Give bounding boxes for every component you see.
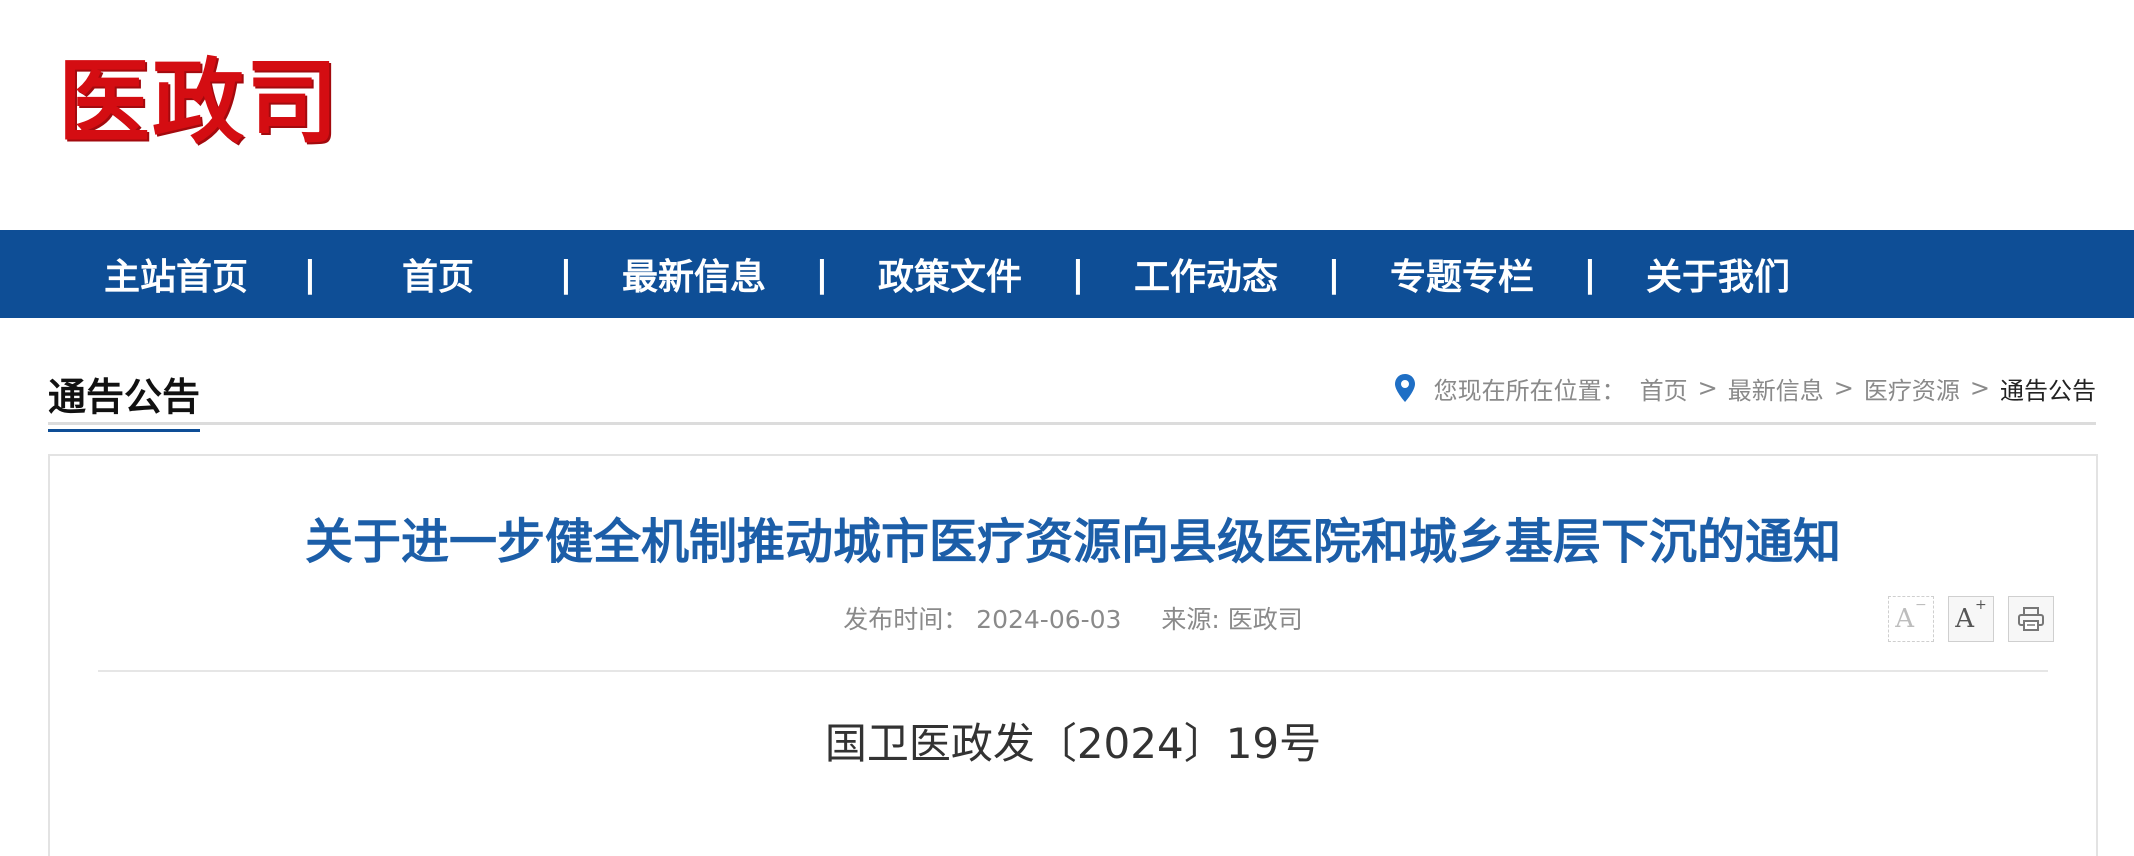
breadcrumb-latest-info[interactable]: 最新信息 <box>1728 371 1824 406</box>
nav-item-special-topics[interactable]: 专题专栏 <box>1362 230 1562 318</box>
breadcrumb-medical-resources[interactable]: 医疗资源 <box>1864 371 1960 406</box>
nav-separator: | <box>559 253 573 295</box>
nav-item-work-updates[interactable]: 工作动态 <box>1106 230 1306 318</box>
location-pin-icon <box>1394 374 1415 402</box>
breadcrumb-separator: > <box>1969 374 1990 402</box>
section-title: 通告公告 <box>48 366 201 432</box>
document-number: 国卫医政发〔2024〕19号 <box>824 719 1322 768</box>
breadcrumb-current[interactable]: 通告公告 <box>2000 371 2096 406</box>
nav-item-about-us[interactable]: 关于我们 <box>1618 230 1818 318</box>
nav-item-main-home[interactable]: 主站首页 <box>76 230 276 318</box>
article-tools: A− A+ <box>1888 596 2054 642</box>
nav-item-policy-files[interactable]: 政策文件 <box>850 230 1050 318</box>
breadcrumb-separator: > <box>1833 374 1854 402</box>
print-button[interactable] <box>2008 596 2054 642</box>
article-meta: 发布时间： 2024-06-03 来源: 医政司 <box>50 600 2096 636</box>
font-decrease-button[interactable]: A− <box>1888 596 1934 642</box>
publish-date: 2024-06-03 <box>976 605 1122 634</box>
nav-item-latest-info[interactable]: 最新信息 <box>594 230 794 318</box>
nav-separator: | <box>1327 253 1341 295</box>
breadcrumb-separator: > <box>1697 374 1718 402</box>
source-label: 来源: <box>1161 605 1220 634</box>
main-nav: 主站首页 | 首页 | 最新信息 | 政策文件 | 工作动态 | 专题专栏 | … <box>0 230 2134 318</box>
font-increase-icon: A+ <box>1955 597 1987 634</box>
nav-separator: | <box>815 253 829 295</box>
breadcrumb-label: 您现在所在位置： <box>1433 376 1626 405</box>
nav-separator: | <box>1071 253 1085 295</box>
nav-item-home[interactable]: 首页 <box>338 230 538 318</box>
breadcrumb-home[interactable]: 首页 <box>1640 371 1688 406</box>
font-decrease-icon: A− <box>1895 597 1927 634</box>
publish-date-label: 发布时间： <box>843 605 969 634</box>
breadcrumb: 您现在所在位置： 首页 > 最新信息 > 医疗资源 > 通告公告 <box>1394 366 2096 410</box>
font-increase-button[interactable]: A+ <box>1948 596 1994 642</box>
printer-icon <box>2018 607 2044 631</box>
article-title: 关于进一步健全机制推动城市医疗资源向县级医院和城乡基层下沉的通知 <box>304 514 1841 570</box>
source-value: 医政司 <box>1227 605 1303 634</box>
nav-separator: | <box>303 253 317 295</box>
site-logo[interactable]: 医政司 <box>58 52 340 152</box>
article-card: 关于进一步健全机制推动城市医疗资源向县级医院和城乡基层下沉的通知 发布时间： 2… <box>48 454 2098 856</box>
meta-divider <box>98 670 2048 672</box>
nav-separator: | <box>1583 253 1597 295</box>
section-header: 通告公告 您现在所在位置： 首页 > 最新信息 > 医疗资源 > 通告公告 <box>48 360 2096 432</box>
